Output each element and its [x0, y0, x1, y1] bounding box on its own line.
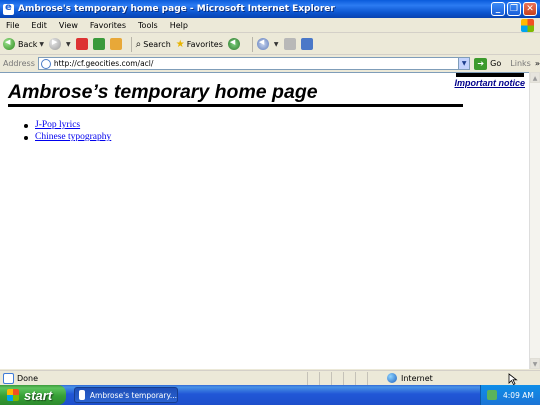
- network-icon[interactable]: [487, 390, 497, 400]
- home-button[interactable]: [109, 38, 122, 50]
- system-tray: 4:09 AM: [480, 385, 540, 405]
- links-label[interactable]: Links: [510, 59, 531, 68]
- standard-toolbar: Back ▼ ▼ ⌕ Search ★ Favorites: [0, 34, 540, 55]
- status-text: Done: [17, 373, 39, 383]
- toolbar-separator: [130, 36, 132, 52]
- link-list: J-Pop lyrics Chinese typography: [24, 120, 111, 144]
- go-label: Go: [490, 59, 502, 68]
- security-zone: Internet: [387, 373, 433, 383]
- menu-help[interactable]: Help: [164, 21, 194, 30]
- window-title-bar[interactable]: Ambrose's temporary home page - Microsof…: [0, 0, 540, 18]
- list-item: Chinese typography: [24, 132, 111, 142]
- important-notice-link[interactable]: Important notice: [454, 78, 525, 88]
- status-bar: Done Internet: [0, 370, 540, 385]
- address-input[interactable]: [53, 59, 454, 68]
- favorites-button[interactable]: ★ Favorites: [176, 39, 223, 50]
- print-icon: [283, 38, 296, 50]
- list-item: J-Pop lyrics: [24, 120, 111, 130]
- windows-logo-icon: [521, 19, 534, 32]
- refresh-button[interactable]: [92, 38, 105, 50]
- back-label: Back: [18, 39, 38, 49]
- scroll-down-icon[interactable]: ▼: [530, 358, 540, 369]
- menu-tools[interactable]: Tools: [132, 21, 164, 30]
- status-panel: [343, 371, 355, 385]
- globe-icon: [387, 373, 397, 383]
- stop-button[interactable]: [75, 38, 88, 50]
- go-button[interactable]: ➔ Go: [474, 57, 502, 70]
- ie-icon: [3, 2, 14, 15]
- windows-flag-icon: [7, 389, 19, 401]
- status-panel: [307, 371, 319, 385]
- menu-file[interactable]: File: [0, 21, 25, 30]
- print-button[interactable]: [283, 38, 296, 50]
- status-panel: [331, 371, 343, 385]
- toolbar-separator: [251, 36, 253, 52]
- menu-bar: File Edit View Favorites Tools Help: [0, 18, 540, 33]
- page-status-icon: [3, 372, 14, 384]
- favorites-label: Favorites: [186, 39, 223, 49]
- search-icon: ⌕: [135, 38, 142, 50]
- page-content: Important notice Ambrose’s temporary hom…: [0, 72, 529, 369]
- mail-button[interactable]: ▼: [256, 38, 279, 50]
- scroll-up-icon[interactable]: ▲: [530, 72, 540, 83]
- menu-favorites[interactable]: Favorites: [84, 21, 132, 30]
- mail-dropdown-icon[interactable]: ▼: [274, 41, 279, 48]
- forward-arrow-icon: [49, 38, 62, 50]
- forward-dropdown-icon[interactable]: ▼: [66, 41, 71, 48]
- heading-rule: [8, 104, 463, 107]
- refresh-icon: [92, 38, 105, 50]
- back-dropdown-icon[interactable]: ▼: [39, 41, 44, 48]
- start-label: start: [24, 387, 53, 403]
- status-panel: [355, 371, 367, 385]
- address-label: Address: [3, 59, 35, 68]
- address-bar: Address ▼ ➔ Go Links »: [0, 56, 540, 71]
- back-arrow-icon: [3, 38, 15, 50]
- address-dropdown-icon[interactable]: ▼: [458, 58, 470, 69]
- menu-edit[interactable]: Edit: [25, 21, 53, 30]
- forward-button[interactable]: ▼: [49, 38, 71, 50]
- ie-icon: [79, 390, 85, 400]
- vertical-scrollbar[interactable]: ▲ ▼: [529, 72, 540, 369]
- jpop-lyrics-link[interactable]: J-Pop lyrics: [35, 120, 80, 130]
- start-button[interactable]: start: [0, 385, 66, 405]
- search-label: Search: [143, 39, 171, 49]
- mail-icon: [256, 38, 269, 50]
- edit-icon: [300, 38, 313, 50]
- taskbar-item-label: Ambrose's temporary...: [89, 390, 177, 400]
- taskbar-item-ie[interactable]: Ambrose's temporary...: [74, 387, 178, 403]
- status-panel: [319, 371, 331, 385]
- search-button[interactable]: ⌕ Search: [136, 39, 171, 50]
- minimize-button[interactable]: _: [491, 2, 505, 16]
- taskbar: start Ambrose's temporary... 4:09 AM: [0, 385, 540, 405]
- edit-button[interactable]: [300, 38, 313, 50]
- clock[interactable]: 4:09 AM: [503, 391, 534, 400]
- menu-view[interactable]: View: [53, 21, 84, 30]
- page-title: Ambrose’s temporary home page: [8, 81, 318, 103]
- star-icon: ★: [175, 38, 185, 50]
- go-arrow-icon: ➔: [474, 57, 488, 70]
- window-title: Ambrose's temporary home page - Microsof…: [18, 4, 335, 14]
- back-button[interactable]: Back ▼: [3, 38, 44, 50]
- mouse-cursor-icon: [508, 373, 518, 385]
- media-icon: [227, 38, 240, 50]
- restore-button[interactable]: ❐: [507, 2, 521, 16]
- zone-label: Internet: [401, 373, 433, 383]
- media-button[interactable]: [227, 38, 243, 50]
- stop-icon: [75, 38, 88, 50]
- links-chevron-icon[interactable]: »: [535, 59, 540, 68]
- page-icon: [40, 58, 51, 69]
- desktop-screen: Ambrose's temporary home page - Microsof…: [0, 0, 540, 405]
- close-button[interactable]: ✕: [523, 2, 537, 16]
- home-icon: [109, 38, 122, 50]
- chinese-typography-link[interactable]: Chinese typography: [35, 132, 111, 142]
- address-field[interactable]: ▼: [37, 57, 471, 70]
- notice-bar: [456, 73, 524, 77]
- status-panel: [367, 371, 379, 385]
